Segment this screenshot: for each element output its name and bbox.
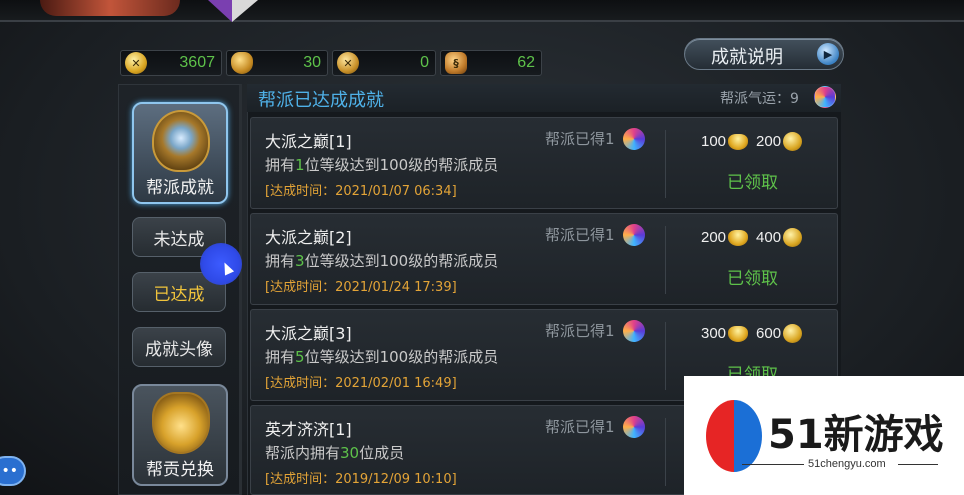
resource-value: 3607 xyxy=(179,54,215,71)
resource-value: 30 xyxy=(303,54,321,71)
achievement-time: [达成时间：2021/01/07 06:34] xyxy=(265,184,457,199)
achievement-time: [达成时间：2021/02/01 16:49] xyxy=(265,376,457,391)
luck-orb-icon xyxy=(623,128,645,150)
watermark-text: 51新游戏 xyxy=(768,412,944,458)
gold-ingot-icon xyxy=(728,325,749,342)
achievement-time: [达成时间：2019/12/09 10:10] xyxy=(265,472,457,487)
claim-status: 已领取 xyxy=(727,269,778,289)
achievement-got: 帮派已得1 xyxy=(545,226,615,244)
achievement-got: 帮派已得1 xyxy=(545,130,615,148)
card-divider xyxy=(665,226,666,294)
tab-label: 帮派成就 xyxy=(146,178,214,198)
achievement-card[interactable]: 大派之巅[2] 拥有3位等级达到100级的帮派成员 [达成时间：2021/01/… xyxy=(250,213,838,305)
resource-swords: ✕ 0 xyxy=(332,50,436,76)
achievement-name: 大派之巅[2] xyxy=(265,228,352,247)
play-arrow-icon: ▶ xyxy=(817,43,839,65)
resource-value: 62 xyxy=(517,54,535,71)
gold-coin-icon: ✕ xyxy=(125,52,147,74)
tab-avatar[interactable]: 成就头像 xyxy=(132,327,226,367)
achievement-explain-button[interactable]: 成就说明 ▶ xyxy=(684,38,844,70)
tab-exchange[interactable]: 帮贡兑换 xyxy=(132,384,228,486)
resource-gold: ✕ 3607 xyxy=(120,50,222,76)
money-bag-icon xyxy=(152,392,210,454)
guild-luck-label: 帮派气运：9 xyxy=(720,91,799,107)
tab-guild-achievement[interactable]: 帮派成就 xyxy=(132,102,228,204)
card-divider xyxy=(665,322,666,390)
card-divider xyxy=(665,418,666,486)
achievement-reward: 300 600 xyxy=(701,324,803,343)
list-title: 帮派已达成成就 xyxy=(258,90,384,111)
luck-orb-icon xyxy=(623,416,645,438)
watermark-sub: 51chengyu.com xyxy=(808,458,886,470)
gold-coin-icon xyxy=(783,324,803,343)
achievement-got: 帮派已得1 xyxy=(545,418,615,436)
shield-emblem-icon: § xyxy=(445,52,467,74)
player-portrait[interactable] xyxy=(40,0,180,16)
resource-value: 0 xyxy=(420,54,429,71)
achievement-reward: 200 400 xyxy=(701,228,803,247)
watermark-line xyxy=(898,464,938,465)
achievement-got: 帮派已得1 xyxy=(545,322,615,340)
watermark-line xyxy=(742,464,804,465)
resource-shield: § 62 xyxy=(440,50,542,76)
achievement-desc: 帮派内拥有30位成员 xyxy=(265,444,405,462)
gold-coin-icon xyxy=(783,228,803,247)
tab-label: 帮贡兑换 xyxy=(146,460,214,480)
achievement-card[interactable]: 大派之巅[1] 拥有1位等级达到100级的帮派成员 [达成时间：2021/01/… xyxy=(250,117,838,209)
claim-status: 已领取 xyxy=(727,173,778,193)
achievement-reward: 100 200 xyxy=(701,132,803,151)
gold-ingot-icon xyxy=(728,229,749,246)
achievement-time: [达成时间：2021/01/24 17:39] xyxy=(265,280,457,295)
watermark-logo-icon xyxy=(706,400,762,472)
helmet-icon xyxy=(231,52,253,74)
achievement-name: 大派之巅[3] xyxy=(265,324,352,343)
achievement-desc: 拥有5位等级达到100级的帮派成员 xyxy=(265,348,499,366)
luck-orb-icon xyxy=(814,86,836,108)
achievement-desc: 拥有1位等级达到100级的帮派成员 xyxy=(265,156,499,174)
luck-orb-icon xyxy=(623,320,645,342)
achievement-desc: 拥有3位等级达到100级的帮派成员 xyxy=(265,252,499,270)
guild-flag-stripe-icon xyxy=(232,0,258,22)
resource-helmet: 30 xyxy=(226,50,328,76)
gold-coin-icon xyxy=(783,132,803,151)
card-divider xyxy=(665,130,666,198)
crossed-swords-icon: ✕ xyxy=(337,52,359,74)
luck-orb-icon xyxy=(623,224,645,246)
gold-ingot-icon xyxy=(728,133,749,150)
achievement-name: 大派之巅[1] xyxy=(265,132,352,151)
achievement-name: 英才济济[1] xyxy=(265,420,352,439)
explain-button-label: 成就说明 xyxy=(711,47,783,68)
achievement-emblem-icon xyxy=(152,110,210,172)
